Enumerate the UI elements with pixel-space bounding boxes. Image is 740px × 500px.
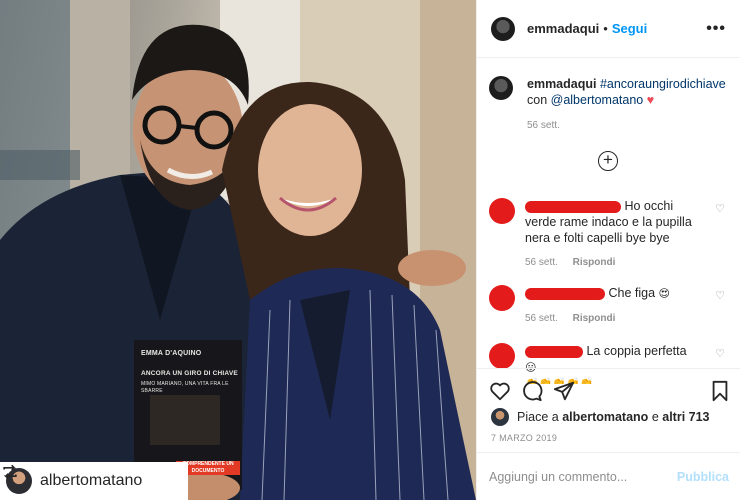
book-author: EMMA D'AQUINO <box>141 350 202 357</box>
post-date[interactable]: 7 MARZO 2019 <box>491 433 557 443</box>
follow-button[interactable]: Segui <box>612 21 647 36</box>
bookmark-icon[interactable] <box>709 380 731 402</box>
separator-dot: • <box>603 21 608 36</box>
book-title: ANCORA UN GIRO DI CHIAVE <box>141 370 238 377</box>
caption-text: con <box>527 93 548 107</box>
small-heart-icon[interactable]: ♡ <box>715 347 725 360</box>
header-username[interactable]: emmadaqui <box>527 21 599 36</box>
comment-item: Che figa 😍 56 sett. Rispondi ♡ <box>489 285 733 327</box>
comment-input[interactable] <box>489 469 677 484</box>
liker-username[interactable]: albertomatano <box>562 410 648 424</box>
regram-username[interactable]: albertomatano <box>40 472 142 490</box>
action-bar <box>477 368 740 408</box>
comment-item: Ho occhi verde rame indaco e la pupilla … <box>489 198 733 271</box>
redacted-username <box>525 200 621 213</box>
post-photo[interactable]: EMMA D'AQUINO ANCORA UN GIRO DI CHIAVE M… <box>0 0 476 500</box>
comment-avatar[interactable] <box>489 343 515 369</box>
regram-credit: albertomatano <box>0 462 188 500</box>
comment-composer: Pubblica <box>477 452 740 500</box>
comment-timestamp[interactable]: 56 sett. <box>525 257 558 268</box>
redacted-username <box>525 345 583 358</box>
heart-eyes-emoji: 😍 <box>658 287 670 300</box>
caption-username[interactable]: emmadaqui <box>527 77 596 91</box>
photo-illustration <box>0 0 476 500</box>
caption-mention[interactable]: @albertomatano <box>551 93 644 107</box>
post-header: emmadaqui • Segui ••• <box>477 0 740 58</box>
share-icon[interactable] <box>553 380 575 402</box>
likes-summary: Piace a albertomatano e altri 713 <box>491 408 710 426</box>
comment-text: Che figa <box>608 286 656 300</box>
caption-hashtag[interactable]: #ancoraungirodichiave <box>600 77 726 91</box>
caption-avatar[interactable] <box>489 76 513 100</box>
comment-timestamp[interactable]: 56 sett. <box>525 313 558 324</box>
reply-button[interactable]: Rispondi <box>573 257 616 268</box>
small-heart-icon[interactable]: ♡ <box>715 289 725 302</box>
post-caption: emmadaqui #ancoraungirodichiave con @alb… <box>489 76 733 134</box>
book-subtitle: MIMO MARIANO, UNA VITA FRA LE SBARRE <box>141 381 229 394</box>
comment-avatar[interactable] <box>489 198 515 224</box>
likes-conjunction: e <box>651 410 659 424</box>
comment-text: La coppia perfetta <box>586 344 687 358</box>
add-circle-icon[interactable]: + <box>598 151 618 171</box>
caption-timestamp[interactable]: 56 sett. <box>527 118 733 134</box>
avatar[interactable] <box>491 16 515 41</box>
reply-button[interactable]: Rispondi <box>573 313 616 324</box>
likes-others[interactable]: altri 713 <box>662 410 709 424</box>
redacted-username <box>525 287 605 300</box>
publish-button[interactable]: Pubblica <box>677 470 729 484</box>
small-heart-icon[interactable]: ♡ <box>715 202 725 215</box>
liker-avatar[interactable] <box>491 408 509 426</box>
comment-icon[interactable] <box>521 380 543 402</box>
more-options-icon[interactable]: ••• <box>706 20 726 38</box>
comment-avatar[interactable] <box>489 285 515 311</box>
likes-prefix: Piace a <box>517 410 559 424</box>
heart-icon[interactable] <box>489 380 511 402</box>
red-heart-emoji: ♥ <box>646 93 655 107</box>
post-side-panel: emmadaqui • Segui ••• emmadaqui #ancorau… <box>476 0 740 500</box>
regram-icon <box>3 464 17 480</box>
